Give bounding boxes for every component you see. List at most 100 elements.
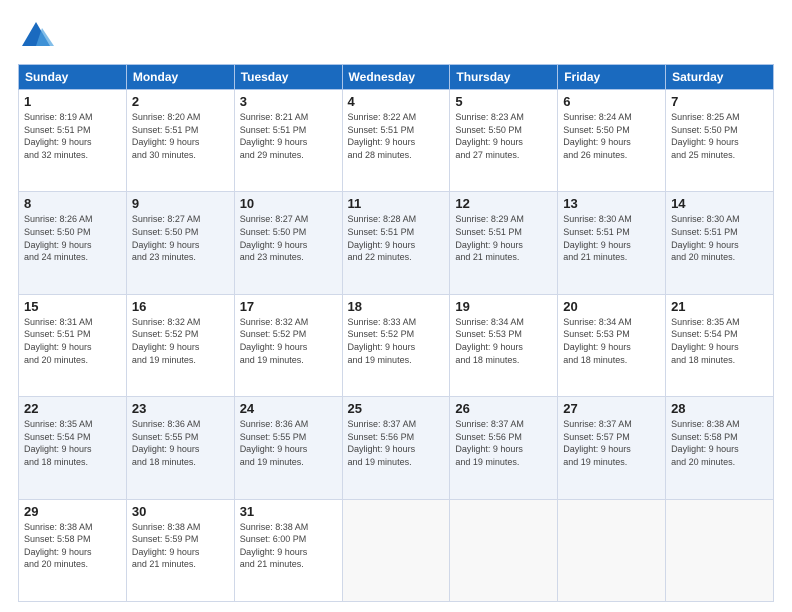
day-number: 6: [563, 94, 660, 109]
day-info: Sunrise: 8:30 AM Sunset: 5:51 PM Dayligh…: [563, 213, 660, 263]
calendar-cell: 4Sunrise: 8:22 AM Sunset: 5:51 PM Daylig…: [342, 90, 450, 192]
day-number: 20: [563, 299, 660, 314]
day-info: Sunrise: 8:32 AM Sunset: 5:52 PM Dayligh…: [132, 316, 229, 366]
day-info: Sunrise: 8:32 AM Sunset: 5:52 PM Dayligh…: [240, 316, 337, 366]
day-info: Sunrise: 8:19 AM Sunset: 5:51 PM Dayligh…: [24, 111, 121, 161]
calendar-cell: 8Sunrise: 8:26 AM Sunset: 5:50 PM Daylig…: [19, 192, 127, 294]
calendar-cell: 11Sunrise: 8:28 AM Sunset: 5:51 PM Dayli…: [342, 192, 450, 294]
weekday-sunday: Sunday: [19, 65, 127, 90]
day-info: Sunrise: 8:36 AM Sunset: 5:55 PM Dayligh…: [132, 418, 229, 468]
calendar-cell: 5 Sunrise: 8:23 AM Sunset: 5:50 PM Daylig…: [450, 90, 558, 192]
calendar-cell: 20 Sunrise: 8:34 AM Sunset: 5:53 PM Dayli…: [558, 294, 666, 396]
calendar-cell: 1 Sunrise: 8:19 AM Sunset: 5:51 PM Daylig…: [19, 90, 127, 192]
day-info: Sunrise: 8:21 AM Sunset: 5:51 PM Dayligh…: [240, 111, 337, 161]
calendar-cell: 28 Sunrise: 8:38 AM Sunset: 5:58 PM Dayli…: [666, 397, 774, 499]
day-number: 15: [24, 299, 121, 314]
day-info: Sunrise: 8:34 AM Sunset: 5:53 PM Dayligh…: [563, 316, 660, 366]
day-info: Sunrise: 8:37 AM Sunset: 5:56 PM Dayligh…: [348, 418, 445, 468]
weekday-wednesday: Wednesday: [342, 65, 450, 90]
page: SundayMondayTuesdayWednesdayThursdayFrid…: [0, 0, 792, 612]
logo-icon: [18, 18, 54, 54]
day-number: 26: [455, 401, 552, 416]
day-number: 2: [132, 94, 229, 109]
day-number: 31: [240, 504, 337, 519]
calendar-cell: 23 Sunrise: 8:36 AM Sunset: 5:55 PM Dayli…: [126, 397, 234, 499]
calendar-cell: 21 Sunrise: 8:35 AM Sunset: 5:54 PM Dayli…: [666, 294, 774, 396]
day-info: Sunrise: 8:31 AM Sunset: 5:51 PM Dayligh…: [24, 316, 121, 366]
day-info: Sunrise: 8:27 AM Sunset: 5:50 PM Dayligh…: [132, 213, 229, 263]
day-number: 13: [563, 196, 660, 211]
day-info: Sunrise: 8:20 AM Sunset: 5:51 PM Dayligh…: [132, 111, 229, 161]
day-number: 29: [24, 504, 121, 519]
calendar-cell: 30 Sunrise: 8:38 AM Sunset: 5:59 PM Dayli…: [126, 499, 234, 601]
calendar-week-1: 1 Sunrise: 8:19 AM Sunset: 5:51 PM Daylig…: [19, 90, 774, 192]
day-number: 3: [240, 94, 337, 109]
day-info: Sunrise: 8:38 AM Sunset: 5:58 PM Dayligh…: [671, 418, 768, 468]
day-info: Sunrise: 8:27 AM Sunset: 5:50 PM Dayligh…: [240, 213, 337, 263]
calendar-cell: [666, 499, 774, 601]
calendar-cell: 13 Sunrise: 8:30 AM Sunset: 5:51 PM Dayli…: [558, 192, 666, 294]
day-info: Sunrise: 8:37 AM Sunset: 5:56 PM Dayligh…: [455, 418, 552, 468]
calendar-cell: 12 Sunrise: 8:29 AM Sunset: 5:51 PM Dayli…: [450, 192, 558, 294]
header: [18, 18, 774, 54]
calendar-cell: 9 Sunrise: 8:27 AM Sunset: 5:50 PM Daylig…: [126, 192, 234, 294]
day-number: 5: [455, 94, 552, 109]
day-number: 23: [132, 401, 229, 416]
day-number: 28: [671, 401, 768, 416]
calendar-cell: 2 Sunrise: 8:20 AM Sunset: 5:51 PM Daylig…: [126, 90, 234, 192]
weekday-saturday: Saturday: [666, 65, 774, 90]
weekday-monday: Monday: [126, 65, 234, 90]
day-info: Sunrise: 8:33 AM Sunset: 5:52 PM Dayligh…: [348, 316, 445, 366]
day-number: 7: [671, 94, 768, 109]
calendar-cell: [558, 499, 666, 601]
day-number: 21: [671, 299, 768, 314]
day-number: 9: [132, 196, 229, 211]
day-info: Sunrise: 8:35 AM Sunset: 5:54 PM Dayligh…: [671, 316, 768, 366]
weekday-friday: Friday: [558, 65, 666, 90]
weekday-header-row: SundayMondayTuesdayWednesdayThursdayFrid…: [19, 65, 774, 90]
calendar-body: 1 Sunrise: 8:19 AM Sunset: 5:51 PM Daylig…: [19, 90, 774, 602]
calendar-cell: 24Sunrise: 8:36 AM Sunset: 5:55 PM Dayli…: [234, 397, 342, 499]
day-info: Sunrise: 8:22 AM Sunset: 5:51 PM Dayligh…: [348, 111, 445, 161]
day-info: Sunrise: 8:26 AM Sunset: 5:50 PM Dayligh…: [24, 213, 121, 263]
day-info: Sunrise: 8:29 AM Sunset: 5:51 PM Dayligh…: [455, 213, 552, 263]
calendar-cell: 16 Sunrise: 8:32 AM Sunset: 5:52 PM Dayli…: [126, 294, 234, 396]
day-number: 25: [348, 401, 445, 416]
day-info: Sunrise: 8:38 AM Sunset: 5:59 PM Dayligh…: [132, 521, 229, 571]
calendar-cell: 19 Sunrise: 8:34 AM Sunset: 5:53 PM Dayli…: [450, 294, 558, 396]
calendar-header: SundayMondayTuesdayWednesdayThursdayFrid…: [19, 65, 774, 90]
calendar-cell: 27 Sunrise: 8:37 AM Sunset: 5:57 PM Dayli…: [558, 397, 666, 499]
calendar-cell: 29 Sunrise: 8:38 AM Sunset: 5:58 PM Dayli…: [19, 499, 127, 601]
calendar-cell: 31 Sunrise: 8:38 AM Sunset: 6:00 PM Dayli…: [234, 499, 342, 601]
day-number: 24: [240, 401, 337, 416]
calendar-week-5: 29 Sunrise: 8:38 AM Sunset: 5:58 PM Dayli…: [19, 499, 774, 601]
calendar-table: SundayMondayTuesdayWednesdayThursdayFrid…: [18, 64, 774, 602]
weekday-thursday: Thursday: [450, 65, 558, 90]
calendar-cell: 10 Sunrise: 8:27 AM Sunset: 5:50 PM Dayli…: [234, 192, 342, 294]
day-number: 17: [240, 299, 337, 314]
day-number: 16: [132, 299, 229, 314]
day-number: 22: [24, 401, 121, 416]
day-number: 27: [563, 401, 660, 416]
day-info: Sunrise: 8:38 AM Sunset: 5:58 PM Dayligh…: [24, 521, 121, 571]
calendar-cell: 25 Sunrise: 8:37 AM Sunset: 5:56 PM Dayli…: [342, 397, 450, 499]
calendar-cell: 17 Sunrise: 8:32 AM Sunset: 5:52 PM Dayli…: [234, 294, 342, 396]
day-info: Sunrise: 8:38 AM Sunset: 6:00 PM Dayligh…: [240, 521, 337, 571]
calendar-cell: 7Sunrise: 8:25 AM Sunset: 5:50 PM Daylig…: [666, 90, 774, 192]
calendar-cell: 6Sunrise: 8:24 AM Sunset: 5:50 PM Daylig…: [558, 90, 666, 192]
day-info: Sunrise: 8:37 AM Sunset: 5:57 PM Dayligh…: [563, 418, 660, 468]
calendar-week-2: 8Sunrise: 8:26 AM Sunset: 5:50 PM Daylig…: [19, 192, 774, 294]
day-number: 30: [132, 504, 229, 519]
calendar-week-4: 22Sunrise: 8:35 AM Sunset: 5:54 PM Dayli…: [19, 397, 774, 499]
day-number: 18: [348, 299, 445, 314]
day-number: 1: [24, 94, 121, 109]
day-info: Sunrise: 8:23 AM Sunset: 5:50 PM Dayligh…: [455, 111, 552, 161]
day-number: 12: [455, 196, 552, 211]
day-number: 10: [240, 196, 337, 211]
calendar-cell: 22Sunrise: 8:35 AM Sunset: 5:54 PM Dayli…: [19, 397, 127, 499]
calendar-cell: 15 Sunrise: 8:31 AM Sunset: 5:51 PM Dayli…: [19, 294, 127, 396]
day-info: Sunrise: 8:34 AM Sunset: 5:53 PM Dayligh…: [455, 316, 552, 366]
day-info: Sunrise: 8:30 AM Sunset: 5:51 PM Dayligh…: [671, 213, 768, 263]
day-number: 19: [455, 299, 552, 314]
day-info: Sunrise: 8:28 AM Sunset: 5:51 PM Dayligh…: [348, 213, 445, 263]
